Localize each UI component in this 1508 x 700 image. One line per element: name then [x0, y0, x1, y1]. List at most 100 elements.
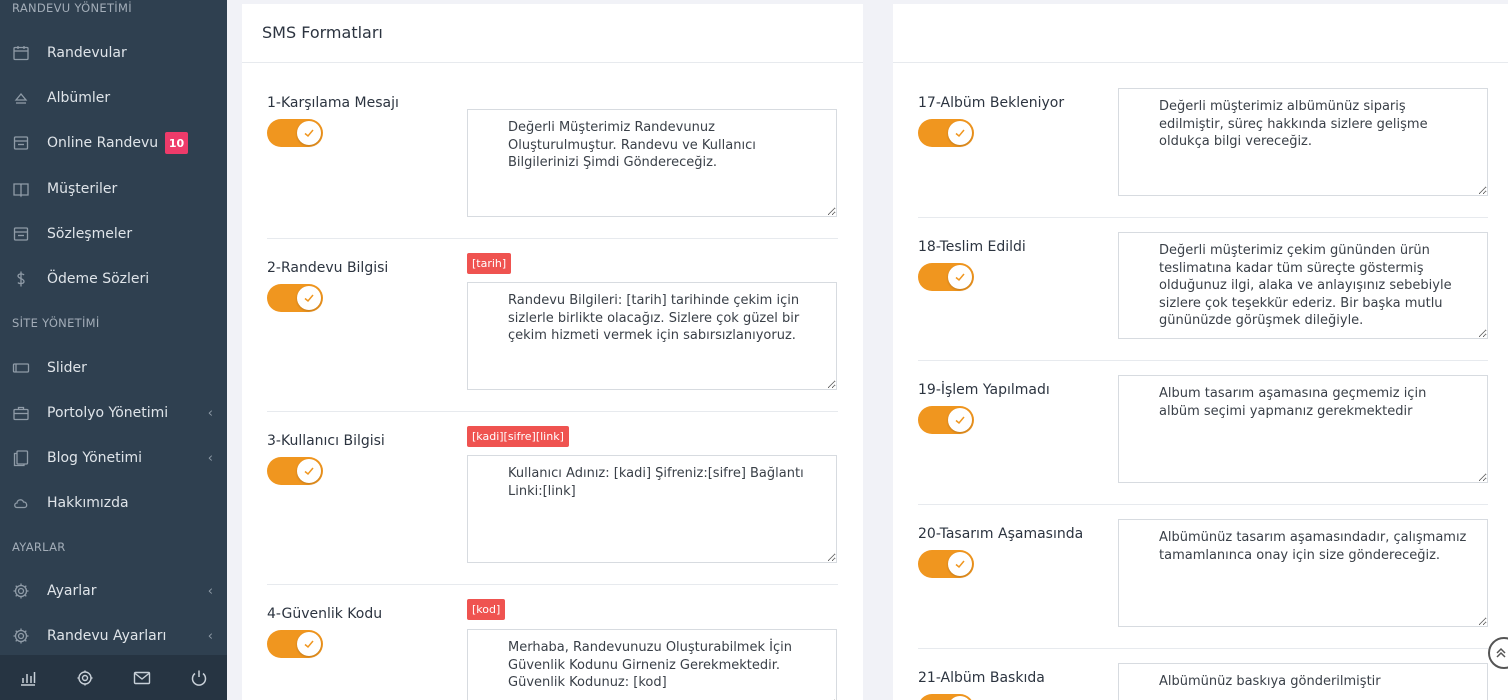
sidebar-item-label: Ayarlar — [47, 583, 97, 599]
sms-row-label: 17-Albüm Bekleniyor — [918, 95, 1065, 111]
sidebar-item-ayarlar[interactable]: Ayarlar ‹ — [0, 571, 227, 611]
check-icon — [297, 286, 321, 310]
chevron-left-icon: ‹ — [207, 583, 213, 599]
sms-row-label: 21-Albüm Baskıda — [918, 670, 1045, 686]
sidebar-item-sozlesmeler[interactable]: Sözleşmeler — [0, 214, 227, 254]
gear-icon — [12, 582, 30, 600]
placeholder-tag: [kod] — [467, 599, 506, 620]
sidebar-item-label: Müşteriler — [47, 181, 118, 197]
sms-textarea[interactable]: Merhaba, Randevunuzu Oluşturabilmek İçin… — [467, 629, 837, 700]
sidebar-item-label: Ödeme Sözleri — [47, 271, 150, 287]
power-icon[interactable] — [170, 655, 227, 700]
placeholder-tag: [kadi][sifre][link] — [467, 426, 569, 447]
section-header-site: SİTE YÖNETİMİ — [12, 316, 100, 330]
calendar-icon — [12, 44, 30, 62]
sidebar-item-label: Slider — [47, 360, 87, 376]
divider — [918, 648, 1488, 649]
sms-toggle[interactable] — [918, 694, 974, 700]
check-icon — [297, 121, 321, 145]
sidebar-item-label: Portolyo Yönetimi — [47, 405, 169, 421]
sms-row-label: 2-Randevu Bilgisi — [267, 260, 389, 276]
panel-header: SMS Formatları — [242, 4, 863, 63]
divider — [267, 411, 838, 412]
panel-title: SMS Formatları — [262, 23, 383, 42]
sidebar-item-label: Blog Yönetimi — [47, 450, 143, 466]
sms-toggle[interactable] — [918, 550, 974, 578]
sms-textarea[interactable]: Değerli müşterimiz çekim gününden ürün t… — [1118, 232, 1488, 339]
settings-icon[interactable] — [57, 655, 114, 700]
sms-toggle[interactable] — [267, 284, 323, 312]
scroll-top-icon[interactable] — [1488, 637, 1508, 669]
sidebar-item-label: Randevular — [47, 45, 127, 61]
sidebar-item-portfolyo[interactable]: Portolyo Yönetimi ‹ — [0, 393, 227, 433]
sms-textarea[interactable]: Album tasarım aşamasına geçmemiz için al… — [1118, 375, 1488, 483]
stats-icon[interactable] — [0, 655, 57, 700]
sms-textarea[interactable]: Albümünüz baskıya gönderilmiştir — [1118, 663, 1488, 700]
section-header-randevu: RANDEVU YÖNETİMİ — [12, 1, 132, 15]
inbox-icon — [12, 134, 30, 152]
sms-formats-panel-right: 17-Albüm Bekleniyor Değerli müşterimiz a… — [893, 4, 1508, 700]
check-icon — [297, 459, 321, 483]
sidebar-item-randevular[interactable]: Randevular — [0, 33, 227, 73]
sidebar-item-label: Albümler — [47, 90, 111, 106]
mail-icon[interactable] — [114, 655, 171, 700]
sms-row-label: 1-Karşılama Mesajı — [267, 95, 399, 111]
sms-toggle[interactable] — [267, 630, 323, 658]
sidebar-footer — [0, 655, 227, 700]
sidebar-item-blog[interactable]: Blog Yönetimi ‹ — [0, 438, 227, 478]
placeholder-tag: [tarih] — [467, 253, 512, 274]
check-icon — [948, 552, 972, 576]
sidebar-item-hakkimizda[interactable]: Hakkımızda — [0, 483, 227, 523]
chevron-left-icon: ‹ — [207, 628, 213, 644]
chevron-left-icon: ‹ — [207, 450, 213, 466]
sidebar-item-slider[interactable]: Slider — [0, 348, 227, 388]
sms-toggle[interactable] — [918, 406, 974, 434]
eject-icon — [12, 89, 30, 107]
sms-textarea[interactable]: Randevu Bilgileri: [tarih] tarihinde çek… — [467, 282, 837, 390]
sms-toggle[interactable] — [918, 263, 974, 291]
divider — [918, 360, 1488, 361]
cloud-icon — [12, 494, 30, 512]
sidebar-item-randevu-ayarlari[interactable]: Randevu Ayarları ‹ — [0, 616, 227, 656]
slider-icon — [12, 359, 30, 377]
notification-badge: 10 — [165, 132, 188, 154]
inbox-icon — [12, 225, 30, 243]
check-icon — [948, 408, 972, 432]
sidebar-item-odeme-sozleri[interactable]: Ödeme Sözleri — [0, 259, 227, 299]
sms-row-label: 19-İşlem Yapılmadı — [918, 382, 1050, 398]
sidebar-item-label: Randevu Ayarları — [47, 628, 167, 644]
gear-icon — [12, 627, 30, 645]
sms-row-label: 20-Tasarım Aşamasında — [918, 526, 1084, 542]
sms-toggle[interactable] — [918, 119, 974, 147]
check-icon — [297, 632, 321, 656]
section-header-ayarlar: AYARLAR — [12, 540, 66, 554]
book-icon — [12, 180, 30, 198]
divider — [918, 504, 1488, 505]
sms-toggle[interactable] — [267, 119, 323, 147]
sms-row-label: 3-Kullanıcı Bilgisi — [267, 433, 385, 449]
check-icon — [948, 121, 972, 145]
sms-textarea[interactable]: Kullanıcı Adınız: [kadi] Şifreniz:[sifre… — [467, 455, 837, 563]
sms-toggle[interactable] — [267, 457, 323, 485]
sidebar-item-albumler[interactable]: Albümler — [0, 78, 227, 118]
divider — [267, 238, 838, 239]
sidebar-item-label: Hakkımızda — [47, 495, 129, 511]
chevron-left-icon: ‹ — [207, 405, 213, 421]
briefcase-icon — [12, 404, 30, 422]
sidebar-item-label: Sözleşmeler — [47, 226, 133, 242]
sms-textarea[interactable]: Değerli müşterimiz albümünüz sipariş edi… — [1118, 88, 1488, 196]
divider — [267, 584, 838, 585]
sms-formats-panel: SMS Formatları 1-Karşılama Mesajı Değerl… — [242, 4, 863, 700]
sms-row-label: 18-Teslim Edildi — [918, 239, 1026, 255]
sms-row-label: 4-Güvenlik Kodu — [267, 606, 383, 622]
dollar-icon — [12, 270, 30, 288]
panel-header — [893, 4, 1508, 63]
sidebar-item-label: Online Randevu — [47, 135, 159, 151]
sidebar-item-musteriler[interactable]: Müşteriler — [0, 169, 227, 209]
check-icon — [948, 696, 972, 700]
sidebar-item-online-randevu[interactable]: Online Randevu 10 — [0, 123, 227, 163]
sms-textarea[interactable]: Değerli Müşterimiz Randevunuz Oluşturulm… — [467, 109, 837, 217]
documents-icon — [12, 449, 30, 467]
check-icon — [948, 265, 972, 289]
sms-textarea[interactable]: Albümünüz tasarım aşamasındadır, çalışma… — [1118, 519, 1488, 627]
